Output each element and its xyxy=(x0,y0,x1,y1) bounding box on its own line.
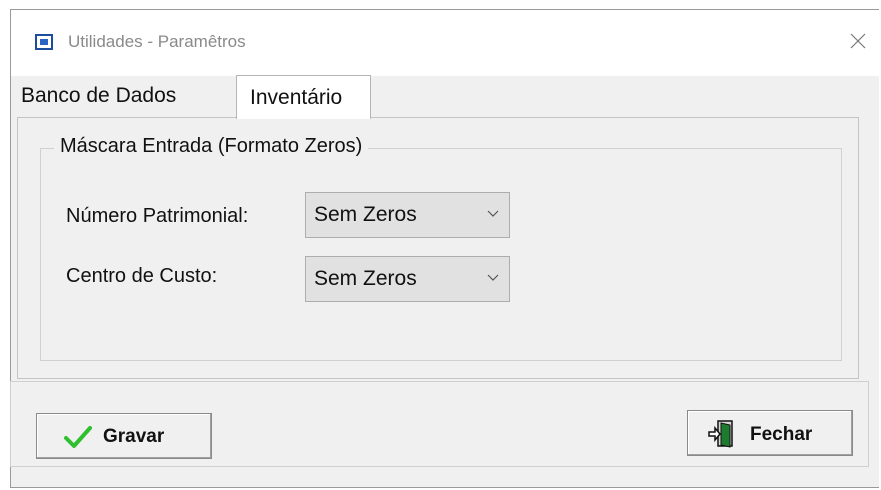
chevron-down-icon xyxy=(487,274,499,281)
title-bar: Utilidades - Paramêtros xyxy=(11,10,879,76)
close-window-button[interactable] xyxy=(839,24,877,58)
numero-patrimonial-value: Sem Zeros xyxy=(314,203,417,226)
centro-de-custo-value: Sem Zeros xyxy=(314,267,417,290)
close-icon xyxy=(850,33,866,49)
tab-banco-de-dados[interactable]: Banco de Dados xyxy=(21,84,176,108)
gravar-label: Gravar xyxy=(103,426,165,447)
exit-door-icon xyxy=(708,420,733,448)
chevron-down-icon xyxy=(487,210,499,217)
groupbox-mascara-entrada: Máscara Entrada (Formato Zeros) xyxy=(40,135,842,361)
tab-inventario[interactable]: Inventário xyxy=(236,75,371,119)
gravar-button[interactable]: Gravar xyxy=(36,413,212,459)
centro-de-custo-label: Centro de Custo: xyxy=(66,265,218,287)
fechar-button[interactable]: Fechar xyxy=(687,410,853,456)
window-title: Utilidades - Paramêtros xyxy=(68,32,246,51)
numero-patrimonial-select[interactable]: Sem Zeros xyxy=(305,192,510,238)
groupbox-legend: Máscara Entrada (Formato Zeros) xyxy=(54,135,369,158)
numero-patrimonial-label: Número Patrimonial: xyxy=(66,205,249,227)
fechar-label: Fechar xyxy=(750,424,813,445)
tab-panel-inventario: Máscara Entrada (Formato Zeros) xyxy=(17,117,859,379)
centro-de-custo-select[interactable]: Sem Zeros xyxy=(305,256,510,302)
window-app-icon xyxy=(35,34,53,50)
checkmark-icon xyxy=(64,426,92,448)
